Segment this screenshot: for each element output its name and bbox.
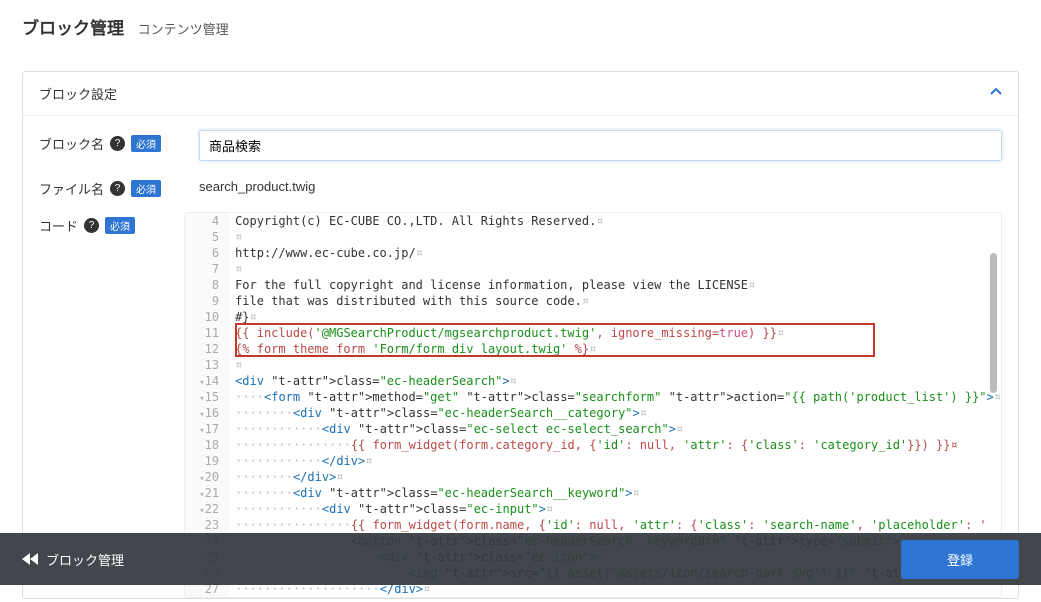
help-icon[interactable]: ?	[84, 218, 99, 233]
rewind-icon	[22, 553, 38, 565]
back-label: ブロック管理	[46, 550, 124, 569]
help-icon[interactable]: ?	[110, 136, 125, 151]
required-badge: 必須	[131, 135, 161, 152]
block-name-input[interactable]	[199, 130, 1002, 161]
help-icon[interactable]: ?	[110, 181, 125, 196]
file-name-label: ファイル名	[39, 179, 104, 198]
file-name-value: search_product.twig	[199, 175, 1002, 194]
file-name-row: ファイル名 ? 必須 search_product.twig	[39, 175, 1002, 198]
card-body: ブロック名 ? 必須 ファイル名 ? 必須 search_product.twi…	[23, 116, 1018, 598]
block-name-row: ブロック名 ? 必須	[39, 130, 1002, 161]
back-button[interactable]: ブロック管理	[22, 550, 124, 569]
block-settings-card: ブロック設定 ブロック名 ? 必須 ファイル名 ? 必須 search_prod…	[22, 71, 1019, 599]
code-label: コード	[39, 216, 78, 235]
page-subtitle: コンテンツ管理	[138, 19, 229, 38]
card-header[interactable]: ブロック設定	[23, 72, 1018, 116]
card-title: ブロック設定	[39, 84, 117, 103]
block-name-label: ブロック名	[39, 134, 104, 153]
required-badge: 必須	[131, 180, 161, 197]
page-title: ブロック管理	[22, 14, 124, 39]
scrollbar[interactable]	[990, 253, 997, 393]
submit-button[interactable]: 登録	[901, 540, 1019, 579]
required-badge: 必須	[105, 217, 135, 234]
footer-bar: ブロック管理 登録	[0, 533, 1041, 585]
chevron-up-icon	[990, 86, 1002, 101]
page-header: ブロック管理 コンテンツ管理	[0, 0, 1041, 53]
